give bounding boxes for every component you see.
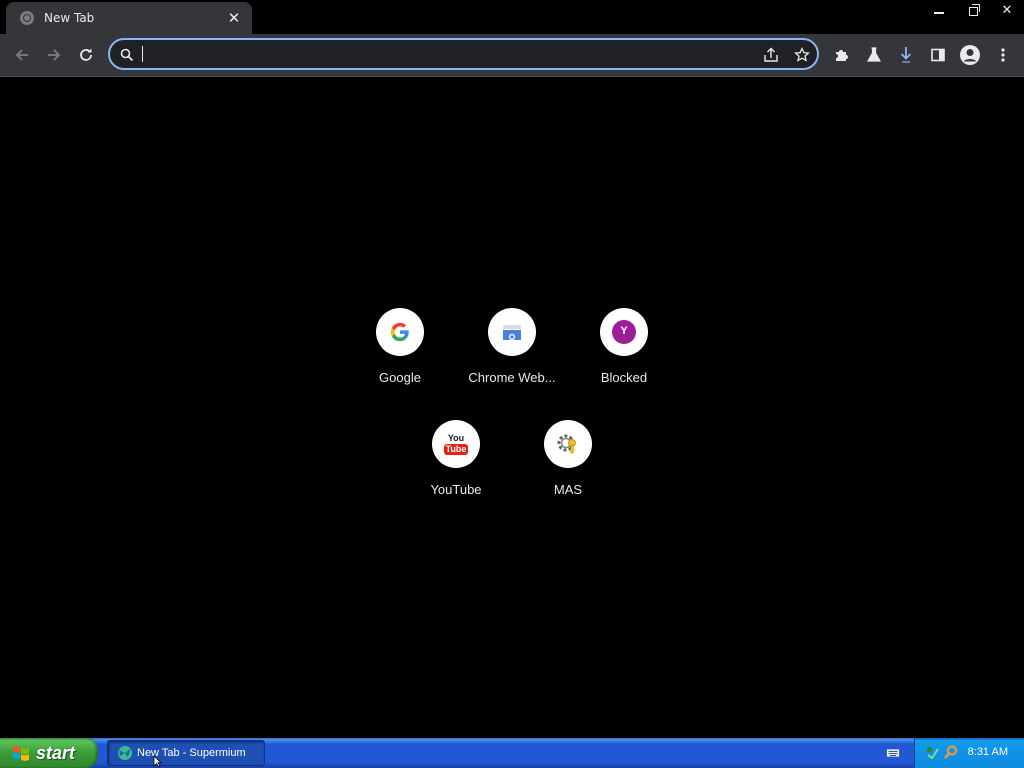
shortcut-label: Chrome Web... bbox=[468, 370, 556, 385]
google-g-icon bbox=[376, 308, 424, 356]
taskbar-item-browser[interactable]: New Tab - Supermium bbox=[107, 740, 265, 766]
start-button[interactable]: start bbox=[0, 738, 98, 768]
menu-button[interactable] bbox=[987, 39, 1019, 71]
download-icon bbox=[900, 47, 912, 63]
youtube-logo-tube: Tube bbox=[443, 443, 469, 455]
labs-button[interactable] bbox=[858, 39, 890, 71]
side-panel-button[interactable] bbox=[922, 39, 954, 71]
star-icon bbox=[794, 47, 810, 62]
tab-new-tab[interactable]: New Tab ✕ bbox=[6, 2, 252, 34]
kebab-menu-icon bbox=[1001, 48, 1005, 62]
side-panel-icon bbox=[931, 48, 945, 62]
tab-title: New Tab bbox=[44, 11, 95, 25]
system-tray: 8:31 AM bbox=[914, 738, 1024, 768]
arrow-right-icon bbox=[48, 49, 61, 61]
reload-icon bbox=[80, 48, 92, 61]
mouse-pointer-icon bbox=[153, 755, 162, 768]
network-icon bbox=[927, 747, 939, 760]
address-bar[interactable] bbox=[108, 38, 819, 70]
avatar-icon bbox=[960, 45, 980, 65]
bookmark-button[interactable] bbox=[791, 44, 813, 66]
gear-key-icon bbox=[544, 420, 592, 468]
title-bar: New Tab ✕ ✕ bbox=[0, 0, 1024, 34]
share-button[interactable] bbox=[760, 44, 782, 66]
text-cursor bbox=[142, 46, 143, 62]
keyboard-icon[interactable] bbox=[886, 747, 900, 759]
puzzle-icon bbox=[836, 50, 848, 61]
flask-icon bbox=[866, 47, 882, 62]
minimize-button[interactable] bbox=[922, 0, 956, 20]
tab-close-button[interactable]: ✕ bbox=[226, 10, 242, 26]
yahoo-letter: Y bbox=[612, 320, 636, 344]
window-close-button[interactable]: ✕ bbox=[990, 0, 1024, 20]
shortcut-label: MAS bbox=[553, 482, 583, 497]
shortcut-google[interactable]: Google bbox=[344, 308, 456, 408]
window-controls: ✕ bbox=[922, 0, 1024, 20]
supermium-icon bbox=[118, 746, 132, 760]
search-icon bbox=[120, 47, 134, 66]
shortcut-youtube[interactable]: You Tube YouTube bbox=[400, 420, 512, 520]
forward-button[interactable] bbox=[38, 39, 70, 71]
shortcut-label: YouTube bbox=[430, 482, 482, 497]
browser-toolbar bbox=[0, 34, 1024, 77]
shortcut-label: Blocked bbox=[600, 370, 648, 385]
start-label: start bbox=[36, 742, 76, 763]
reload-button[interactable] bbox=[70, 39, 102, 71]
shortcut-label: Google bbox=[379, 370, 421, 385]
profile-button[interactable] bbox=[954, 39, 986, 71]
downloads-button[interactable] bbox=[890, 39, 922, 71]
globe-icon bbox=[20, 11, 34, 25]
windows-logo-icon bbox=[13, 746, 29, 761]
youtube-logo-you: You bbox=[447, 432, 465, 443]
restore-button[interactable] bbox=[956, 0, 990, 20]
chrome-web-store-icon bbox=[488, 308, 536, 356]
back-button[interactable] bbox=[6, 39, 38, 71]
clock[interactable]: 8:31 AM bbox=[968, 746, 1008, 758]
share-icon bbox=[764, 47, 778, 62]
search-tray-icon[interactable] bbox=[944, 745, 958, 760]
arrow-left-icon bbox=[15, 49, 28, 61]
shortcut-chrome-web-store[interactable]: Chrome Web... bbox=[456, 308, 568, 408]
address-input[interactable] bbox=[140, 43, 754, 67]
youtube-logo-icon: You Tube bbox=[432, 420, 480, 468]
shortcut-blocked[interactable]: Y Blocked bbox=[568, 308, 680, 408]
shortcut-mas[interactable]: MAS bbox=[512, 420, 624, 520]
extensions-button[interactable] bbox=[826, 39, 858, 71]
yahoo-y-icon: Y bbox=[600, 308, 648, 356]
